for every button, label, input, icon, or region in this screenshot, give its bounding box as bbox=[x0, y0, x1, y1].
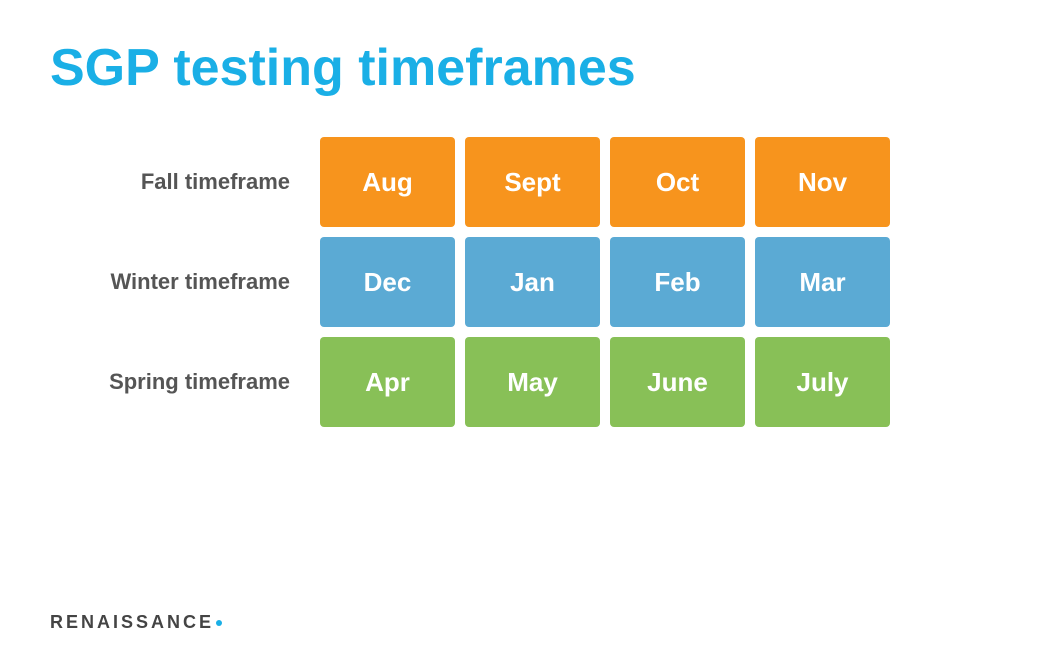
aug-cell: Aug bbox=[320, 137, 455, 227]
fall-row: Fall timeframe Aug Sept Oct Nov bbox=[70, 137, 1010, 227]
may-cell: May bbox=[465, 337, 600, 427]
page-title: SGP testing timeframes bbox=[50, 40, 1010, 97]
page-container: SGP testing timeframes Fall timeframe Au… bbox=[0, 0, 1060, 661]
mar-cell: Mar bbox=[755, 237, 890, 327]
spring-row: Spring timeframe Apr May June July bbox=[70, 337, 1010, 427]
winter-label: Winter timeframe bbox=[70, 269, 310, 295]
nov-cell: Nov bbox=[755, 137, 890, 227]
june-cell: June bbox=[610, 337, 745, 427]
renaissance-logo: RENAISSANCE bbox=[50, 612, 222, 633]
feb-cell: Feb bbox=[610, 237, 745, 327]
oct-cell: Oct bbox=[610, 137, 745, 227]
logo-dot bbox=[216, 620, 222, 626]
jan-cell: Jan bbox=[465, 237, 600, 327]
spring-label: Spring timeframe bbox=[70, 369, 310, 395]
sept-cell: Sept bbox=[465, 137, 600, 227]
apr-cell: Apr bbox=[320, 337, 455, 427]
dec-cell: Dec bbox=[320, 237, 455, 327]
winter-row: Winter timeframe Dec Jan Feb Mar bbox=[70, 237, 1010, 327]
logo-text: RENAISSANCE bbox=[50, 612, 214, 633]
fall-label: Fall timeframe bbox=[70, 169, 310, 195]
july-cell: July bbox=[755, 337, 890, 427]
timeframe-grid: Fall timeframe Aug Sept Oct Nov Winter t… bbox=[70, 137, 1010, 427]
